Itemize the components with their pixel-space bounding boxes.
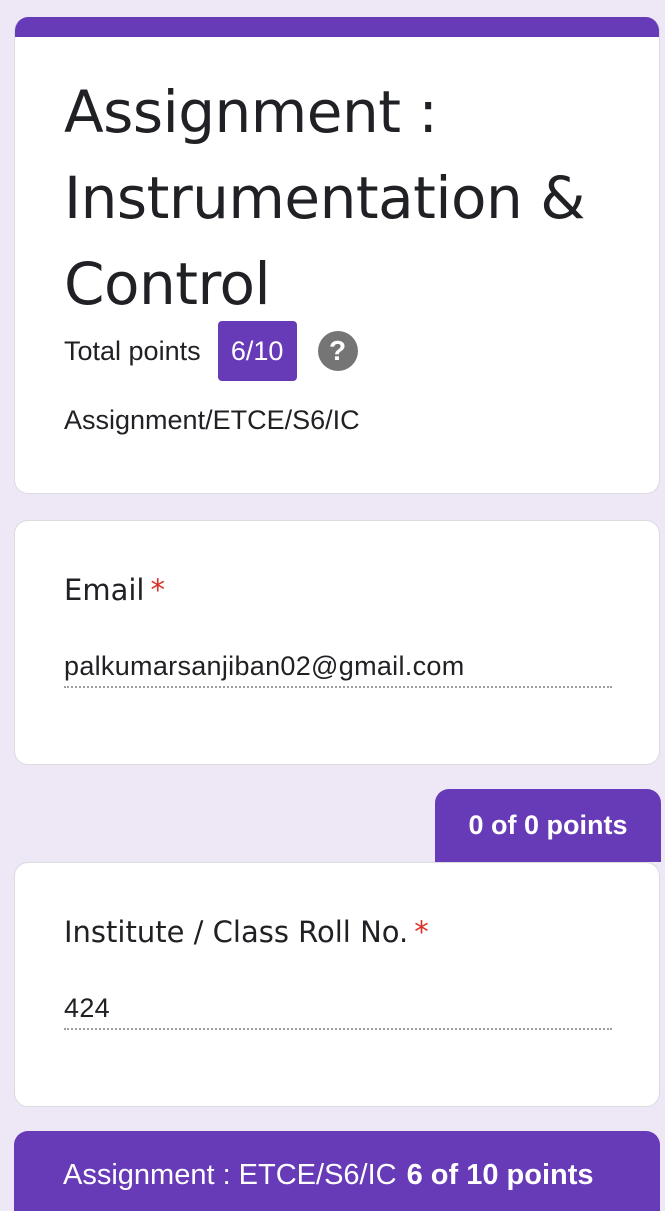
section-header: Assignment : ETCE/S6/IC 6 of 10 points <box>14 1131 660 1211</box>
required-marker: * <box>150 573 165 607</box>
section-title: Assignment : ETCE/S6/IC <box>63 1159 397 1191</box>
form-title: Assignment : Instrumentation & Control <box>64 78 585 318</box>
question-card-roll-no: Institute / Class Roll No. * 424 <box>14 862 660 1107</box>
question-title: Institute / Class Roll No. * <box>64 915 429 949</box>
form-description: Assignment/ETCE/S6/IC <box>64 405 360 435</box>
total-points-label: Total points <box>64 335 201 366</box>
section-points: 6 of 10 points <box>406 1159 594 1191</box>
question-title-text: Institute / Class Roll No. <box>64 915 409 949</box>
score-badge: 6/10 <box>217 321 297 381</box>
help-icon[interactable]: ? <box>317 331 358 371</box>
total-points-row: Total points 6/10 ? <box>64 321 358 381</box>
question-card-email: Email * palkumarsanjiban02@gmail.com <box>14 520 660 765</box>
question-title-text: Email <box>64 573 145 607</box>
email-answer: palkumarsanjiban02@gmail.com <box>64 651 612 688</box>
question-points-tab: 0 of 0 points <box>435 789 661 862</box>
form-header-card: Assignment : Instrumentation & Control T… <box>14 17 660 494</box>
header-accent-bar <box>15 17 659 37</box>
question-title: Email * <box>64 573 165 607</box>
required-marker: * <box>414 915 429 949</box>
roll-no-answer: 424 <box>64 993 612 1030</box>
